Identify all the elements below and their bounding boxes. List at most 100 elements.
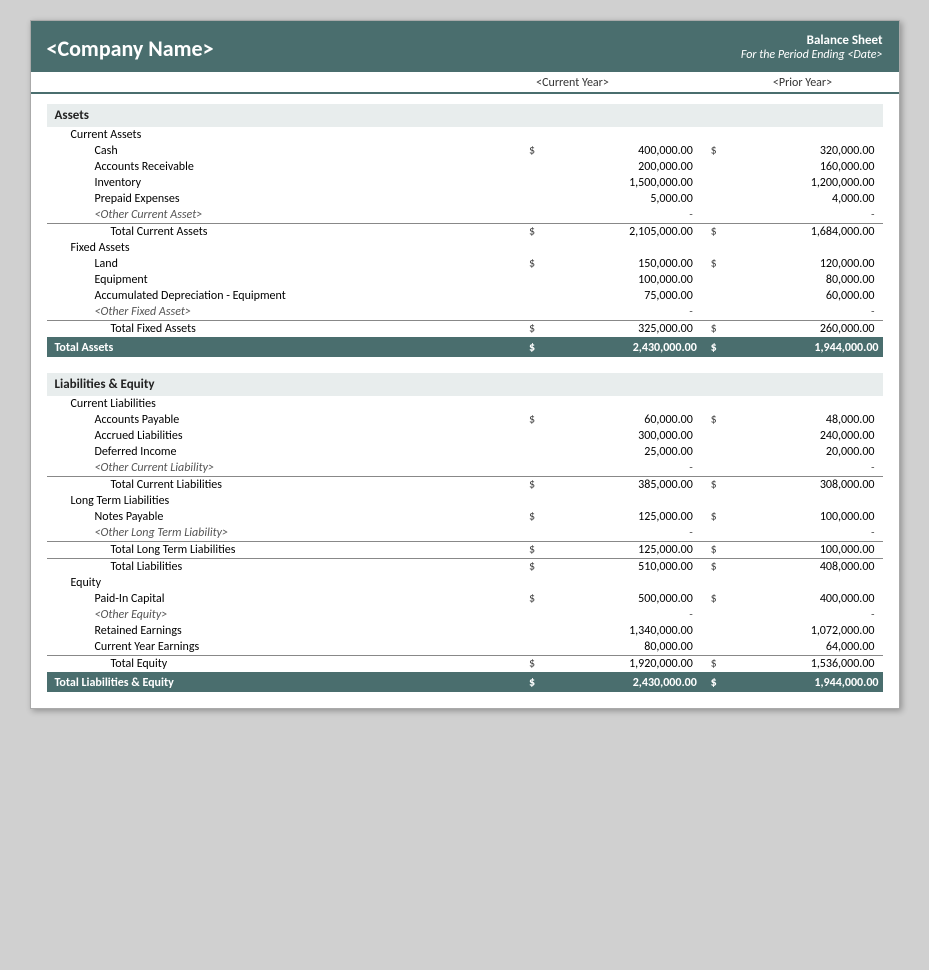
current-assets-header-row: Current Assets: [47, 127, 883, 143]
total-fixed-assets-label: Total Fixed Assets: [47, 321, 520, 339]
other-ca-py-val: -: [721, 207, 883, 224]
total-fixed-assets-row: Total Fixed Assets $ 325,000.00 $ 260,00…: [47, 321, 883, 339]
tl-py-val: 408,000.00: [721, 559, 883, 576]
ar-row: Accounts Receivable 200,000.00 160,000.0…: [47, 159, 883, 175]
total-current-liabilities-row: Total Current Liabilities $ 385,000.00 $…: [47, 477, 883, 494]
equity-header-row: Equity: [47, 575, 883, 591]
other-cl-cy-val: -: [539, 460, 701, 477]
ap-cy-dollar: $: [519, 412, 539, 428]
pic-py-val: 400,000.00: [721, 591, 883, 607]
other-current-asset-label: <Other Current Asset>: [47, 207, 520, 224]
cye-cy-val: 80,000.00: [539, 639, 701, 656]
company-name: <Company Name>: [47, 35, 214, 62]
accrued-liabilities-label: Accrued Liabilities: [47, 428, 520, 444]
total-liabilities-row: Total Liabilities $ 510,000.00 $ 408,000…: [47, 559, 883, 576]
ap-py-dollar: $: [701, 412, 721, 428]
report-title: Balance Sheet: [741, 33, 883, 48]
te-cy-dollar: $: [519, 656, 539, 674]
current-liabilities-header-row: Current Liabilities: [47, 396, 883, 412]
total-equity-row: Total Equity $ 1,920,000.00 $ 1,536,000.…: [47, 656, 883, 674]
prepaid-row: Prepaid Expenses 5,000.00 4,000.00: [47, 191, 883, 207]
land-cy-val: 150,000.00: [539, 256, 701, 272]
report-content: Assets Current Assets Cash $ 400,000.00 …: [31, 104, 899, 708]
tfa-py-val: 260,000.00: [721, 321, 883, 339]
total-equity-label: Total Equity: [47, 656, 520, 674]
cash-row: Cash $ 400,000.00 $ 320,000.00: [47, 143, 883, 159]
ap-row: Accounts Payable $ 60,000.00 $ 48,000.00: [47, 412, 883, 428]
report-header: <Company Name> Balance Sheet For the Per…: [31, 21, 899, 72]
accrued-cy-val: 300,000.00: [539, 428, 701, 444]
tcl-py-val: 308,000.00: [721, 477, 883, 494]
other-fa-py-val: -: [721, 304, 883, 321]
other-long-term-liability-row: <Other Long Term Liability> - -: [47, 525, 883, 542]
tl-cy-dollar: $: [519, 559, 539, 576]
tfa-cy-dollar: $: [519, 321, 539, 339]
cy-column-header: <Current Year>: [443, 76, 703, 90]
tl-cy-val: 510,000.00: [539, 559, 701, 576]
current-year-earnings-label: Current Year Earnings: [47, 639, 520, 656]
pic-cy-dollar: $: [519, 591, 539, 607]
te-cy-val: 1,920,000.00: [539, 656, 701, 674]
ap-py-val: 48,000.00: [721, 412, 883, 428]
fixed-assets-header-row: Fixed Assets: [47, 240, 883, 256]
total-current-assets-row: Total Current Assets $ 2,105,000.00 $ 1,…: [47, 224, 883, 241]
other-current-liability-label: <Other Current Liability>: [47, 460, 520, 477]
tca-py-val: 1,684,000.00: [721, 224, 883, 241]
tle-py-val: 1,944,000.00: [721, 673, 883, 692]
prepaid-label: Prepaid Expenses: [47, 191, 520, 207]
deferred-income-row: Deferred Income 25,000.00 20,000.00: [47, 444, 883, 460]
cash-py-val: 320,000.00: [721, 143, 883, 159]
inventory-cy-val: 1,500,000.00: [539, 175, 701, 191]
re-cy-val: 1,340,000.00: [539, 623, 701, 639]
long-term-liabilities-label: Long Term Liabilities: [47, 493, 520, 509]
other-eq-cy-val: -: [539, 607, 701, 623]
column-headers: <Current Year> <Prior Year>: [31, 72, 899, 94]
ap-label: Accounts Payable: [47, 412, 520, 428]
land-row: Land $ 150,000.00 $ 120,000.00: [47, 256, 883, 272]
fixed-assets-label: Fixed Assets: [47, 240, 520, 256]
retained-earnings-label: Retained Earnings: [47, 623, 520, 639]
total-long-term-liabilities-row: Total Long Term Liabilities $ 125,000.00…: [47, 542, 883, 559]
te-py-dollar: $: [701, 656, 721, 674]
prepaid-py-val: 4,000.00: [721, 191, 883, 207]
ta-cy-dollar: $: [519, 338, 539, 357]
ta-py-dollar: $: [701, 338, 721, 357]
assets-table: Current Assets Cash $ 400,000.00 $ 320,0…: [47, 127, 883, 357]
te-py-val: 1,536,000.00: [721, 656, 883, 674]
total-assets-label: Total Assets: [47, 338, 520, 357]
cash-py-dollar: $: [701, 143, 721, 159]
land-label: Land: [47, 256, 520, 272]
total-liabilities-equity-row: Total Liabilities & Equity $ 2,430,000.0…: [47, 673, 883, 692]
ta-py-val: 1,944,000.00: [721, 338, 883, 357]
tle-cy-dollar: $: [519, 673, 539, 692]
report-subtitle: For the Period Ending <Date>: [741, 48, 883, 62]
tl-py-dollar: $: [701, 559, 721, 576]
other-eq-py-val: -: [721, 607, 883, 623]
tle-py-dollar: $: [701, 673, 721, 692]
other-fa-cy-val: -: [539, 304, 701, 321]
long-term-liabilities-header-row: Long Term Liabilities: [47, 493, 883, 509]
np-cy-val: 125,000.00: [539, 509, 701, 525]
tcl-py-dollar: $: [701, 477, 721, 494]
current-liabilities-label: Current Liabilities: [47, 396, 520, 412]
tltl-cy-val: 125,000.00: [539, 542, 701, 559]
paid-in-capital-row: Paid-In Capital $ 500,000.00 $ 400,000.0…: [47, 591, 883, 607]
other-ltl-label: <Other Long Term Liability>: [47, 525, 520, 542]
other-cl-py-val: -: [721, 460, 883, 477]
notes-payable-label: Notes Payable: [47, 509, 520, 525]
ar-py-val: 160,000.00: [721, 159, 883, 175]
inventory-py-val: 1,200,000.00: [721, 175, 883, 191]
total-current-assets-label: Total Current Assets: [47, 224, 520, 241]
cash-cy-dollar: $: [519, 143, 539, 159]
liabilities-equity-section-header: Liabilities & Equity: [47, 373, 883, 396]
re-py-val: 1,072,000.00: [721, 623, 883, 639]
other-fixed-asset-row: <Other Fixed Asset> - -: [47, 304, 883, 321]
accum-dep-cy-val: 75,000.00: [539, 288, 701, 304]
current-year-earnings-row: Current Year Earnings 80,000.00 64,000.0…: [47, 639, 883, 656]
ap-cy-val: 60,000.00: [539, 412, 701, 428]
retained-earnings-row: Retained Earnings 1,340,000.00 1,072,000…: [47, 623, 883, 639]
pic-cy-val: 500,000.00: [539, 591, 701, 607]
other-equity-label: <Other Equity>: [47, 607, 520, 623]
other-ca-cy-val: -: [539, 207, 701, 224]
tca-py-dollar: $: [701, 224, 721, 241]
